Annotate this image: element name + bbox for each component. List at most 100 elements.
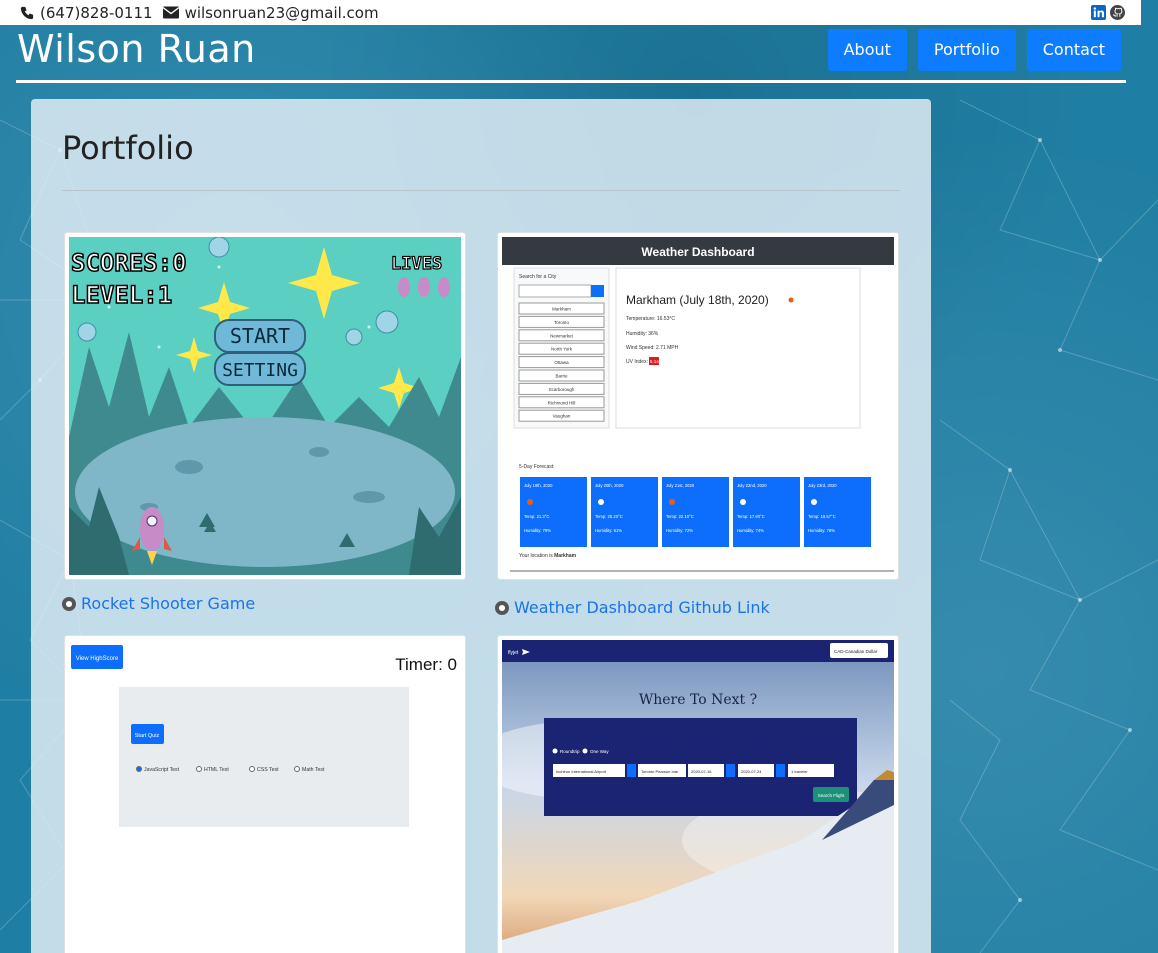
travelers-field: 1 traveler xyxy=(791,769,808,774)
lives-label: LIVES xyxy=(391,254,442,274)
forecast-humidity: Humidity: 61% xyxy=(595,528,622,533)
project-card-rocket-game[interactable]: START SETTING SCORES:0 LEVEL:1 LIVES xyxy=(64,232,466,580)
social-links xyxy=(1091,5,1125,20)
rocket-game-link[interactable]: Rocket Shooter Game xyxy=(62,594,255,613)
to-airport: Toronto Pearson Inte xyxy=(641,769,679,774)
portfolio-panel: Portfolio START SETTING SCORES:0 LEVEL:1… xyxy=(31,99,931,953)
forecast-tiles: July 19th, 2020 Temp: 21.3°C Humidity: 79%… xyxy=(520,477,871,547)
svg-text:Your location is Markham: Your location is Markham xyxy=(519,553,577,559)
quiz-option-label: CSS Test xyxy=(257,767,279,773)
city-button-label: Ottawa xyxy=(554,360,569,365)
start-label: START xyxy=(230,324,290,348)
location-value: Markham xyxy=(554,553,577,559)
forecast-date: July 19th, 2020 xyxy=(524,483,553,488)
city-button-label: North York xyxy=(551,347,573,352)
weather-dashboard-link-label: Weather Dashboard Github Link xyxy=(514,598,770,617)
forecast-temp: Temp: 22.10°C xyxy=(666,514,694,519)
where-to-next-headline: Where To Next ? xyxy=(639,692,757,708)
quiz-option-label: Math Test xyxy=(302,767,325,773)
forecast-label: 5-Day Forecast: xyxy=(519,464,555,470)
search-city-label: Search for a City xyxy=(519,274,557,280)
linkedin-icon[interactable] xyxy=(1091,5,1106,20)
score-label: SCORES:0 xyxy=(71,249,187,277)
phone-number: (647)828-0111 xyxy=(40,3,153,22)
quiz-option-radio xyxy=(136,766,142,772)
current-city-title: Markham (July 18th, 2020) xyxy=(626,293,769,307)
uv-label: UV Index: xyxy=(626,359,648,365)
quiz-option-label: JavaScript Test xyxy=(144,767,180,773)
forecast-date: July 22nd, 2020 xyxy=(737,483,767,488)
quiz-option-label: HTML Test xyxy=(204,767,229,773)
quiz-screenshot: View HighScore Timer: 0 Start Quiz JavaS… xyxy=(69,640,461,953)
depart-date: 2020-07-16 xyxy=(691,769,712,774)
forecast-date: July 23rd, 2020 xyxy=(808,483,837,488)
contact-bar: (647)828-0111 wilsonruan23@gmail.com xyxy=(0,0,1141,25)
site-header: Wilson Ruan About Portfolio Contact xyxy=(0,25,1141,85)
forecast-temp: Temp: 21.3°C xyxy=(524,514,549,519)
phone-icon xyxy=(20,6,34,19)
nav-portfolio-button[interactable]: Portfolio xyxy=(917,29,1016,71)
forecast-date: July 20th, 2020 xyxy=(595,483,624,488)
envelope-icon xyxy=(162,6,179,19)
forecast-weather-icon xyxy=(669,499,675,505)
main-nav: About Portfolio Contact xyxy=(827,29,1121,71)
weather-header: Weather Dashboard xyxy=(641,245,754,259)
forecast-humidity: Humidity: 72% xyxy=(666,528,693,533)
site-brand[interactable]: Wilson Ruan xyxy=(17,27,256,71)
rocket-game-link-label: Rocket Shooter Game xyxy=(81,594,256,613)
uv-value: 5.14 xyxy=(650,359,659,364)
city-button-label: Toronto xyxy=(554,320,570,325)
forecast-weather-icon xyxy=(811,499,817,505)
forecast-temp: Temp: 19.57°C xyxy=(808,514,836,519)
github-icon[interactable] xyxy=(1110,5,1125,20)
current-temp: Temperature: 16.53°C xyxy=(626,316,675,322)
nav-contact-button[interactable]: Contact xyxy=(1026,29,1121,71)
forecast-date: July 21st, 2020 xyxy=(666,483,695,488)
location-prefix: Your location is xyxy=(519,553,553,559)
forecast-temp: Temp: 17.80°C xyxy=(737,514,765,519)
email-address: wilsonruan23@gmail.com xyxy=(184,3,379,22)
page-title: Portfolio xyxy=(62,129,194,167)
quiz-option-radio xyxy=(294,766,300,772)
setting-label: SETTING xyxy=(222,360,298,381)
project-card-quiz[interactable]: View HighScore Timer: 0 Start Quiz JavaS… xyxy=(64,635,466,953)
weather-dashboard-link[interactable]: Weather Dashboard Github Link xyxy=(495,598,770,617)
return-date: 2020-07-24 xyxy=(741,769,762,774)
search-flight-button: Search Flight xyxy=(818,793,845,798)
from-airport: Inchéon International Airport xyxy=(556,769,607,774)
forecast-weather-icon xyxy=(740,499,746,505)
flight-search-screenshot: flyjet CAD-Canadian Dollar Where To Next… xyxy=(502,640,894,953)
enemy-rockets xyxy=(398,277,450,297)
city-button-label: Scarborough xyxy=(549,387,575,392)
header-divider xyxy=(16,80,1126,83)
nav-about-button[interactable]: About xyxy=(827,29,907,71)
forecast-humidity: Humidity: 78% xyxy=(808,528,835,533)
city-button-label: Barrie xyxy=(555,374,568,379)
view-highscore-button: View HighScore xyxy=(76,656,119,662)
contact-info: (647)828-0111 wilsonruan23@gmail.com xyxy=(20,4,379,22)
forecast-weather-icon xyxy=(598,499,604,505)
city-button-label: Markham xyxy=(552,307,571,312)
trip-type-roundtrip: Roundtrip xyxy=(560,749,580,754)
forecast-weather-icon xyxy=(527,499,533,505)
city-button-label: Richmond Hill xyxy=(548,400,576,405)
current-wind: Wind Speed: 2.71 MPH xyxy=(626,345,679,351)
city-list: Markham Toronto Newmarket North York Ottawa B… xyxy=(518,302,605,422)
quiz-timer: Timer: 0 xyxy=(395,655,457,674)
start-quiz-button: Start Quiz xyxy=(135,733,160,739)
current-humidity: Humidity: 36% xyxy=(626,331,659,337)
currency-select: CAD-Canadian Dollar xyxy=(834,649,878,654)
rocket-game-screenshot: START SETTING SCORES:0 LEVEL:1 LIVES xyxy=(69,237,461,575)
forecast-humidity: Humidity: 74% xyxy=(737,528,764,533)
title-divider xyxy=(62,190,900,191)
weather-dashboard-screenshot: Weather Dashboard Search for a City Mark… xyxy=(502,237,894,575)
project-card-weather-dashboard[interactable]: Weather Dashboard Search for a City Mark… xyxy=(497,232,899,580)
github-icon xyxy=(495,600,509,615)
city-button-label: Vaughan xyxy=(553,414,571,419)
project-card-flight-search[interactable]: flyjet CAD-Canadian Dollar Where To Next… xyxy=(497,635,899,953)
flyjet-logo: flyjet xyxy=(508,650,519,656)
quiz-option-radio xyxy=(196,766,202,772)
forecast-temp: Temp: 25.20°C xyxy=(595,514,623,519)
city-button-label: Newmarket xyxy=(550,333,574,338)
trip-type-one-way: One Way xyxy=(590,749,609,754)
